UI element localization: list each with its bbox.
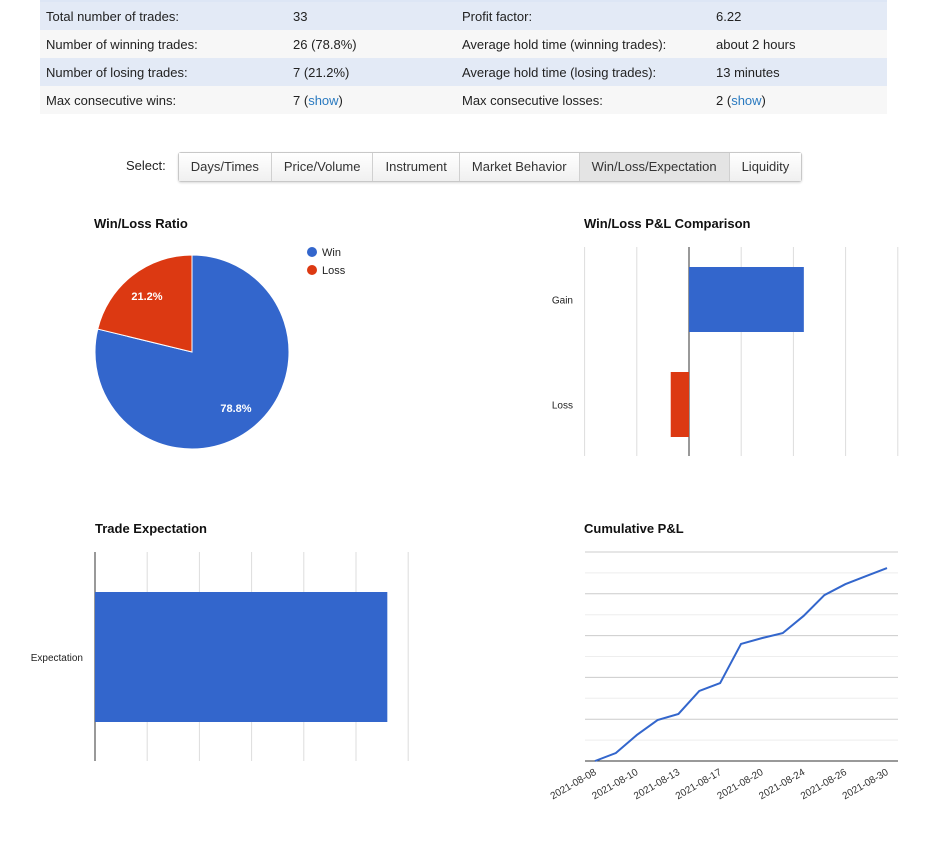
bar-loss <box>670 372 689 437</box>
category-label: Expectation <box>31 653 83 664</box>
category-label: Loss <box>552 401 573 412</box>
x-tick-label: 2021-08-10 <box>590 767 640 802</box>
x-tick-label: 2021-08-20 <box>716 767 766 802</box>
legend-win: Win <box>322 247 341 259</box>
x-tick-label: 2021-08-30 <box>841 767 891 802</box>
pie-label-win: 78.8% <box>220 403 251 415</box>
bar-expectation <box>95 592 388 722</box>
x-tick-label: 2021-08-08 <box>549 767 599 802</box>
bar-gain <box>689 267 804 332</box>
x-tick-label: 2021-08-13 <box>632 767 682 802</box>
legend-loss: Loss <box>322 265 346 277</box>
x-tick-label: 2021-08-26 <box>799 767 849 802</box>
category-label: Gain <box>552 296 573 307</box>
legend-win-marker <box>307 247 317 257</box>
pie-label-loss: 21.2% <box>131 291 162 303</box>
charts-canvas: 78.8% 21.2% Win Loss Gain Loss Expectation 2021… <box>31 247 899 802</box>
cumulative-line <box>594 567 888 762</box>
x-tick-label: 2021-08-17 <box>674 767 724 802</box>
legend-loss-marker <box>307 265 317 275</box>
x-tick-label: 2021-08-24 <box>757 767 807 802</box>
